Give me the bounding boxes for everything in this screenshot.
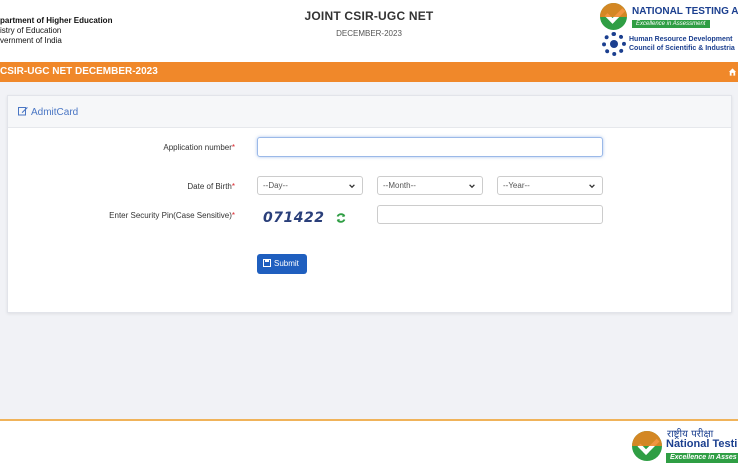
card-header: AdmitCard [8,96,731,128]
nta-footer-check-icon [632,431,662,461]
card-title: AdmitCard [31,107,79,118]
hrd-line1: Human Resource Development [629,36,733,43]
application-number-input[interactable] [257,137,603,157]
nta-tagline: Excellence in Assessment [632,20,710,28]
edit-icon [18,107,28,116]
required-mark: * [231,211,235,220]
save-icon [263,259,271,267]
dob-label: Date of Birth* [187,182,235,191]
month-select[interactable]: --Month-- [377,176,483,195]
chevron-down-icon [469,184,475,189]
nta-logo: NATIONAL TESTING AG Excellence in Assess… [600,3,738,31]
chevron-down-icon [589,184,595,189]
footer-nta-tagline: Excellence in Asses [666,453,738,463]
hrd-line2: Council of Scientific & Industria [629,45,735,52]
page-header: partment of Higher Education istry of Ed… [0,0,738,62]
submit-button[interactable]: Submit [257,254,307,274]
nta-name: NATIONAL TESTING AG [632,6,738,17]
day-select-value: --Day-- [263,181,288,190]
required-mark: * [231,182,235,191]
admit-card-panel: AdmitCard Application number* Date of Bi… [7,95,732,313]
security-pin-label-text: Enter Security Pin(Case Sensitive) [109,211,232,220]
csir-hrd-logo: Human Resource Development Council of Sc… [600,32,738,58]
application-number-label: Application number* [163,143,235,152]
card-title-wrap: AdmitCard [18,106,78,118]
day-select[interactable]: --Day-- [257,176,363,195]
hrd-text: Human Resource Development Council of Sc… [629,35,735,53]
month-select-value: --Month-- [383,181,416,190]
dob-label-text: Date of Birth [187,182,232,191]
csir-gear-icon [602,32,626,56]
year-select[interactable]: --Year-- [497,176,603,195]
security-pin-input[interactable] [377,205,603,224]
page-footer: राष्ट्रीय परीक्षा National Testing Excel… [0,421,738,468]
submit-label: Submit [274,259,299,268]
exam-title-bar: CSIR-UGC NET DECEMBER-2023 [0,62,738,82]
chevron-down-icon [349,184,355,189]
nta-check-icon [600,3,627,30]
security-pin-label: Enter Security Pin(Case Sensitive)* [109,211,235,220]
application-number-label-text: Application number [163,143,232,152]
exam-title: CSIR-UGC NET DECEMBER-2023 [0,66,158,77]
captcha-image: 071422 [263,210,325,226]
refresh-captcha-icon[interactable] [335,212,347,224]
home-icon[interactable] [728,67,737,77]
required-mark: * [231,143,235,152]
year-select-value: --Year-- [503,181,530,190]
footer-nta-name: National Testing [666,438,738,450]
